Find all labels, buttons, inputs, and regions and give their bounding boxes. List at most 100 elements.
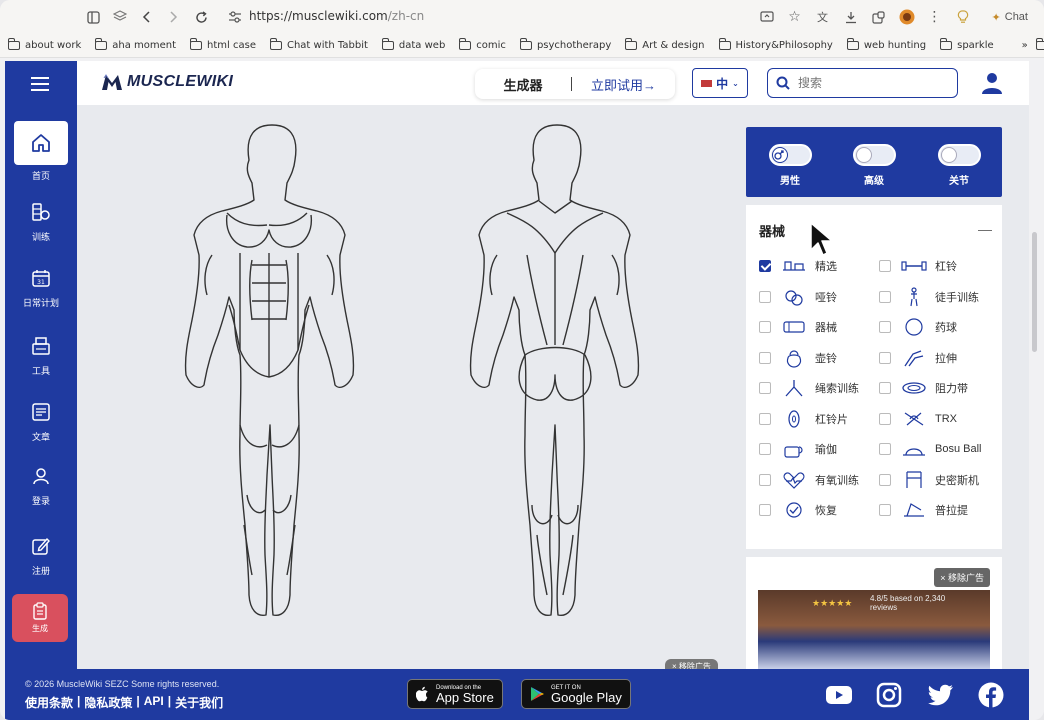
toggle-switch[interactable] <box>937 144 981 166</box>
sidebar-item-login[interactable]: 登录 <box>5 465 77 507</box>
equipment-option[interactable]: 普拉提 <box>879 499 968 521</box>
google-play-button[interactable]: GET IT ON Google Play <box>521 679 631 709</box>
equipment-option[interactable]: 恢复 <box>759 499 837 521</box>
download-icon[interactable] <box>838 4 864 30</box>
equipment-checkbox[interactable] <box>879 473 891 486</box>
toggle-advanced[interactable]: 高级 <box>844 144 904 187</box>
sidebar-item-home[interactable]: 首页 <box>5 169 77 182</box>
bookmark-item[interactable]: web hunting <box>846 38 926 51</box>
search-input[interactable] <box>798 76 938 90</box>
equipment-checkbox[interactable] <box>759 260 771 272</box>
sidebar-item-daily-plan[interactable]: 31 日常计划 <box>5 267 77 309</box>
reload-icon[interactable] <box>188 4 214 30</box>
bookmark-item[interactable]: Art & design <box>625 38 705 51</box>
extensions-icon[interactable] <box>866 4 892 30</box>
layers-icon[interactable] <box>107 4 133 30</box>
bookmark-item[interactable]: psychotherapy <box>519 38 611 51</box>
sidebar-item-generate[interactable]: 生成 <box>12 594 68 642</box>
site-settings-icon[interactable] <box>222 4 248 30</box>
equipment-option[interactable]: 有氧训练 <box>759 469 859 491</box>
equipment-checkbox[interactable] <box>879 412 891 425</box>
front-body-diagram[interactable] <box>184 124 355 617</box>
footer-link[interactable]: 使用条款 <box>25 694 73 711</box>
sidebar-item-tools[interactable]: 工具 <box>5 335 77 377</box>
scrollbar-thumb[interactable] <box>1032 232 1037 352</box>
sidebar-item-home-highlight[interactable] <box>14 121 68 165</box>
toggle-male[interactable]: 男性 <box>760 144 820 187</box>
facebook-icon[interactable] <box>977 681 1005 709</box>
equipment-checkbox[interactable] <box>759 473 771 486</box>
equipment-option[interactable]: 药球 <box>879 316 957 338</box>
hamburger-menu-icon[interactable] <box>31 77 49 91</box>
forward-icon[interactable] <box>160 4 186 30</box>
instagram-icon[interactable] <box>875 681 903 709</box>
bookmark-item[interactable]: comic <box>459 38 506 51</box>
account-icon[interactable] <box>979 70 1005 96</box>
equipment-checkbox[interactable] <box>879 321 891 333</box>
equipment-option[interactable]: 瑜伽 <box>759 438 837 460</box>
musclewiki-logo[interactable]: MUSCLEWIKI <box>101 72 233 92</box>
bookmark-item[interactable]: aha moment <box>95 38 176 51</box>
footer-link[interactable]: 关于我们 <box>175 694 223 711</box>
twitter-icon[interactable] <box>927 681 955 709</box>
footer-link[interactable]: API <box>144 694 164 711</box>
sidebar-item-register[interactable]: 注册 <box>5 535 77 577</box>
equipment-checkbox[interactable] <box>879 382 891 394</box>
equipment-option[interactable]: 精选 <box>759 255 837 277</box>
toggle-switch[interactable] <box>768 144 812 166</box>
equipment-option[interactable]: TRX <box>879 408 957 430</box>
sidebar-item-workouts[interactable]: 训练 <box>5 201 77 243</box>
ad-image[interactable]: ★★★★★ 4.8/5 based on 2,340 reviews <box>758 590 990 669</box>
screen-share-icon[interactable] <box>754 4 780 30</box>
bookmark-item[interactable]: sparkle <box>940 38 994 51</box>
bookmark-item[interactable]: Chat with Tabbit <box>269 38 368 51</box>
generator-link[interactable]: 生成器 <box>475 75 571 94</box>
sidebar-toggle-icon[interactable] <box>80 4 106 30</box>
equipment-option[interactable]: Bosu Ball <box>879 438 981 460</box>
equipment-checkbox[interactable] <box>759 382 771 394</box>
sidebar-item-articles[interactable]: 文章 <box>5 401 77 443</box>
more-menu-icon[interactable]: ⋮ <box>922 4 948 30</box>
bookmark-item[interactable]: html case <box>190 38 256 51</box>
equipment-option[interactable]: 史密斯机 <box>879 469 979 491</box>
equipment-option[interactable]: 徒手训练 <box>879 286 979 308</box>
equipment-option[interactable]: 杠铃 <box>879 255 957 277</box>
equipment-checkbox[interactable] <box>759 504 771 516</box>
equipment-checkbox[interactable] <box>879 290 891 303</box>
equipment-option[interactable]: 阻力带 <box>879 377 968 399</box>
remove-ad-button[interactable]: × 移除广告 <box>934 568 990 587</box>
equipment-checkbox[interactable] <box>759 290 771 303</box>
bookmark-item[interactable]: about work <box>8 38 81 51</box>
equipment-checkbox[interactable] <box>759 351 771 364</box>
equipment-option[interactable]: 器械 <box>759 316 837 338</box>
equipment-checkbox[interactable] <box>759 443 771 455</box>
equipment-option[interactable]: 哑铃 <box>759 286 837 308</box>
star-icon[interactable]: ☆ <box>782 4 808 30</box>
equipment-checkbox[interactable] <box>759 412 771 425</box>
search-box[interactable] <box>767 68 958 98</box>
collapse-icon[interactable]: — <box>978 221 992 237</box>
equipment-checkbox[interactable] <box>879 260 891 272</box>
translate-icon[interactable]: 文 <box>810 4 836 30</box>
toggle-switch[interactable] <box>852 144 896 166</box>
bookmark-item[interactable]: History&Philosophy <box>718 38 833 51</box>
equipment-checkbox[interactable] <box>879 504 891 516</box>
equipment-option[interactable]: 壶铃 <box>759 347 837 369</box>
equipment-option[interactable]: 拉伸 <box>879 347 957 369</box>
equipment-option[interactable]: 杠铃片 <box>759 408 848 430</box>
toggle-joints[interactable]: 关节 <box>929 144 989 187</box>
try-now-link[interactable]: 立即试用→ <box>572 75 675 94</box>
footer-link[interactable]: 隐私政策 <box>84 694 132 711</box>
equipment-option[interactable]: 绳索训练 <box>759 377 859 399</box>
back-icon[interactable] <box>134 4 160 30</box>
app-store-button[interactable]: Download on the App Store <box>407 679 503 709</box>
youtube-icon[interactable] <box>825 681 853 709</box>
equipment-checkbox[interactable] <box>879 443 891 455</box>
bookmarks-overflow-button[interactable]: » <box>1022 40 1028 51</box>
equipment-checkbox[interactable] <box>879 351 891 364</box>
equipment-checkbox[interactable] <box>759 321 771 333</box>
bookmark-item[interactable]: data web <box>381 38 445 51</box>
bulb-icon[interactable] <box>950 4 976 30</box>
page-scrollbar[interactable] <box>1031 62 1039 712</box>
profile-avatar-icon[interactable] <box>894 4 920 30</box>
